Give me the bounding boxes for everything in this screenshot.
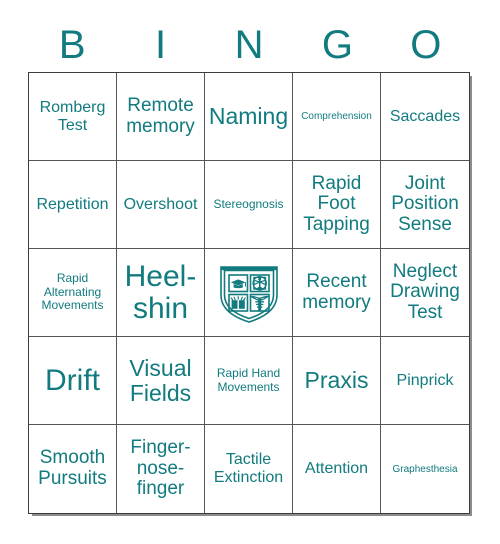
bingo-cell-label: Heel-shin <box>124 260 197 325</box>
bingo-header: B I N G O <box>28 18 470 72</box>
bingo-cell[interactable]: Heel-shin <box>117 249 205 337</box>
bingo-cell-label: Saccades <box>389 107 461 125</box>
bingo-cell-label: Recent memory <box>302 270 371 313</box>
bingo-cell-label: Drift <box>45 363 100 397</box>
bingo-cell-label: Stereognosis <box>213 196 284 211</box>
bingo-cell-label: Romberg Test <box>39 98 106 134</box>
bingo-cell[interactable]: Visual Fields <box>117 337 205 425</box>
bingo-cell[interactable]: Joint Position Sense <box>381 161 469 249</box>
bingo-cell-label: Naming <box>208 103 289 130</box>
bingo-cell[interactable]: Naming <box>205 73 293 161</box>
bingo-cell[interactable]: Remote memory <box>117 73 205 161</box>
bingo-cell[interactable]: Overshoot <box>117 161 205 249</box>
header-letter-b: B <box>58 23 86 67</box>
bingo-cell-label: Comprehension <box>301 111 372 122</box>
header-letter-i: I <box>155 23 167 67</box>
header-letter-o: O <box>410 23 442 67</box>
bingo-cell-label: Pinprick <box>396 371 454 389</box>
bingo-grid: Romberg Test Remote memory Naming Comprehen… <box>28 72 470 514</box>
bingo-cell-label: Attention <box>304 460 369 478</box>
bingo-cell-label: Rapid Hand Movements <box>216 366 281 394</box>
bingo-cell[interactable]: Neglect Drawing Test <box>381 249 469 337</box>
bingo-cell-label: Neglect Drawing Test <box>390 260 460 323</box>
bingo-cell-label: Rapid Foot Tapping <box>303 172 370 235</box>
bingo-cell[interactable]: Repetition <box>29 161 117 249</box>
bingo-cell[interactable]: Comprehension <box>293 73 381 161</box>
bingo-cell-label: Repetition <box>36 195 109 213</box>
bingo-cell[interactable]: Rapid Hand Movements <box>205 337 293 425</box>
bingo-cell-label: Smooth Pursuits <box>38 447 107 489</box>
bingo-cell-label: Overshoot <box>123 195 198 213</box>
bingo-cell-label: Finger-nose-finger <box>130 437 191 500</box>
bingo-cell[interactable]: Recent memory <box>293 249 381 337</box>
bingo-cell[interactable]: Rapid Foot Tapping <box>293 161 381 249</box>
bingo-card: B I N G O Romberg Test Remote memory Namin… <box>0 0 500 544</box>
bingo-cell[interactable]: Stereognosis <box>205 161 293 249</box>
bingo-free-space-cell[interactable] <box>205 249 293 337</box>
bingo-cell-label: Tactile Extinction <box>213 451 284 486</box>
bingo-cell[interactable]: Pinprick <box>381 337 469 425</box>
header-letter-g: G <box>321 23 353 67</box>
bingo-cell[interactable]: Rapid Alternating Movements <box>29 249 117 337</box>
bingo-cell-label: Joint Position Sense <box>391 172 459 235</box>
bingo-cell-label: Graphesthesia <box>392 463 458 475</box>
bingo-cell[interactable]: Finger-nose-finger <box>117 425 205 513</box>
bingo-cell[interactable]: Romberg Test <box>29 73 117 161</box>
bingo-cell[interactable]: Saccades <box>381 73 469 161</box>
university-shield-crest-logo <box>219 265 278 323</box>
bingo-cell[interactable]: Drift <box>29 337 117 425</box>
bingo-cell[interactable]: Attention <box>293 425 381 513</box>
bingo-cell-label: Remote memory <box>126 94 195 137</box>
header-letter-n: N <box>234 23 264 67</box>
bingo-cell[interactable]: Graphesthesia <box>381 425 469 513</box>
bingo-cell-label: Rapid Alternating Movements <box>41 271 104 313</box>
bingo-cell[interactable]: Smooth Pursuits <box>29 425 117 513</box>
bingo-cell[interactable]: Tactile Extinction <box>205 425 293 513</box>
bingo-cell-label: Praxis <box>304 367 369 394</box>
bingo-cell[interactable]: Praxis <box>293 337 381 425</box>
bingo-cell-label: Visual Fields <box>129 355 192 406</box>
